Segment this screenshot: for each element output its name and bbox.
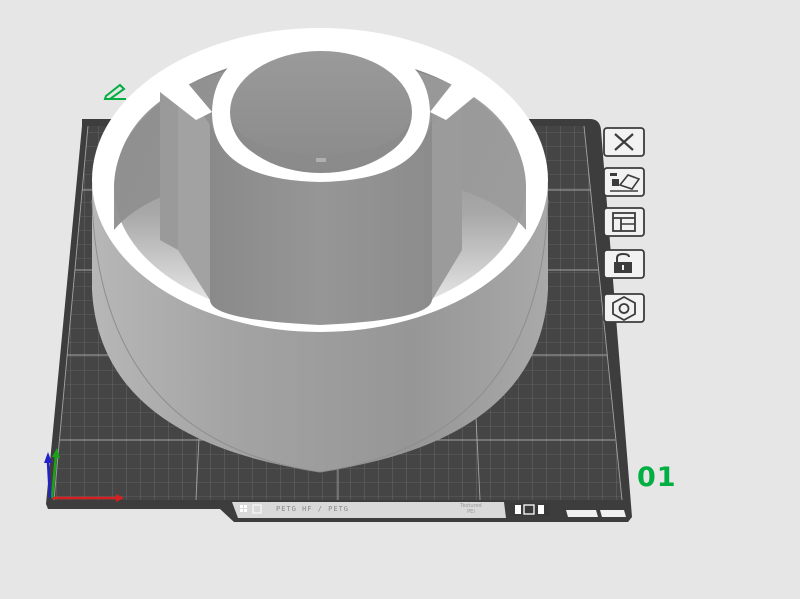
close-x-icon — [603, 127, 645, 157]
plate-settings-button[interactable] — [602, 207, 646, 237]
plate-number: 01 — [637, 462, 677, 493]
3d-viewport[interactable]: 01 PETG HF / PETG Textured PEI — [0, 0, 800, 599]
lock-plate-button[interactable] — [602, 249, 646, 279]
auto-orient-button[interactable] — [602, 293, 646, 323]
filament-strip-label: PETG HF / PETG — [276, 505, 350, 513]
plate-settings-icon — [603, 207, 645, 237]
edit-plate-name-button[interactable] — [102, 82, 128, 100]
hexagon-icon — [603, 293, 645, 323]
auto-arrange-icon — [603, 167, 645, 197]
arrange-plate-button[interactable] — [602, 167, 646, 197]
pencil-icon — [103, 83, 126, 100]
lock-icon — [603, 249, 645, 279]
delete-plate-button[interactable] — [602, 127, 646, 157]
plate-type-label: Textured PEI — [460, 503, 482, 515]
3d-model-container[interactable] — [91, 28, 549, 473]
